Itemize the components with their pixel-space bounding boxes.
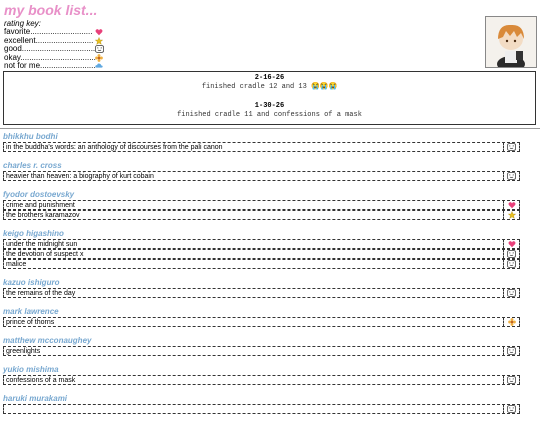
author-name: keigo higashino: [3, 229, 64, 238]
author-group: haruki murakami: [3, 394, 537, 414]
book-title: the devotion of suspect x: [6, 251, 84, 258]
rating-key-title: rating key:: [4, 19, 41, 28]
heart-icon: [95, 28, 103, 36]
book-row: under the midnight sun: [3, 239, 520, 249]
flower-icon: [95, 53, 103, 62]
author-group: bhikkhu bodhi in the buddha's words: an a…: [3, 132, 537, 152]
author-group: mark lawrence prince of thorns: [3, 307, 537, 327]
author-name: yukio mishima: [3, 365, 59, 374]
book-row: greenlights: [3, 346, 520, 356]
book-title: heavier than heaven: a biography of kurt…: [6, 173, 154, 180]
smile-face-icon: [503, 346, 519, 356]
avatar: [485, 16, 537, 68]
book-title: confessions of a mask: [6, 377, 76, 384]
divider: [0, 128, 540, 129]
smile-face-icon: [503, 142, 519, 152]
update-entry: 2-16-26 finished cradle 12 and 13 😭😭😭: [4, 74, 535, 92]
book-list: bhikkhu bodhi in the buddha's words: an a…: [3, 131, 537, 423]
update-date: 2-16-26: [254, 74, 285, 82]
update-date: 1-30-26: [254, 102, 285, 110]
smile-face-icon: [503, 404, 519, 414]
author-name: charles r. cross: [3, 161, 62, 170]
book-row: the remains of the day: [3, 288, 520, 298]
smile-face-icon: [503, 259, 519, 269]
author-group: charles r. cross heavier than heaven: a b…: [3, 161, 537, 181]
rating-key: favorite............................ exce…: [4, 28, 474, 71]
author-name: mark lawrence: [3, 307, 59, 316]
author-group: matthew mcconaughey greenlights: [3, 336, 537, 356]
author-group: keigo higashino under the midnight sun the…: [3, 229, 537, 269]
smile-face-icon: [503, 171, 519, 181]
rating-key-excellent: excellent..........................: [4, 36, 104, 46]
author-group: yukio mishima confessions of a mask: [3, 365, 537, 385]
book-row: the devotion of suspect x: [3, 249, 520, 259]
rating-key-label: okay..................................: [4, 53, 96, 62]
book-row: crime and punishment: [3, 200, 520, 210]
book-row: [3, 404, 520, 414]
rating-key-label: not for me.........................: [4, 62, 96, 70]
author-name: fyodor dostoevsky: [3, 190, 75, 199]
page-title: my book list...: [4, 2, 98, 18]
author-name: kazuo ishiguro: [3, 278, 60, 287]
book-row: prince of thorns: [3, 317, 520, 327]
book-row: heavier than heaven: a biography of kurt…: [3, 171, 520, 181]
author-group: fyodor dostoevsky crime and punishment the…: [3, 190, 537, 220]
rating-key-good: good..................................: [4, 45, 104, 54]
book-row: in the buddha's words: an anthology of d…: [3, 142, 520, 152]
author-name: matthew mcconaughey: [3, 336, 92, 345]
flower-icon: [503, 317, 519, 327]
smile-face-icon: [503, 249, 519, 259]
heart-icon: [503, 239, 519, 249]
book-title: greenlights: [6, 348, 41, 355]
book-row: malice: [3, 259, 520, 269]
heart-icon: [503, 200, 519, 210]
cloud-icon: [95, 62, 103, 70]
rating-key-label: favorite............................: [4, 28, 93, 36]
book-row: the brothers karamazov: [3, 210, 520, 220]
update-text: finished cradle 12 and 13 😭😭😭: [201, 83, 338, 91]
book-row: confessions of a mask: [3, 375, 520, 385]
book-title: prince of thorns: [6, 319, 55, 326]
book-title: under the midnight sun: [6, 241, 78, 248]
author-name: bhikkhu bodhi: [3, 132, 58, 141]
updates-box[interactable]: 2-16-26 finished cradle 12 and 13 😭😭😭 1-30…: [3, 71, 536, 125]
rating-key-label: good..................................: [4, 45, 98, 53]
rating-key-label: excellent..........................: [4, 36, 94, 45]
header: my book list... rating key: favorite....…: [4, 2, 474, 71]
smile-face-icon: [95, 45, 104, 53]
rating-key-favorite: favorite............................: [4, 28, 104, 37]
book-title: malice: [6, 261, 27, 268]
star-icon: [503, 210, 519, 220]
book-title: crime and punishment: [6, 202, 75, 209]
rating-key-okay: okay..................................: [4, 54, 104, 63]
update-text: finished cradle 11 and confessions of a …: [177, 111, 362, 119]
star-icon: [95, 36, 103, 45]
smile-face-icon: [503, 288, 519, 298]
rating-key-not-for-me: not for me.........................: [4, 62, 104, 71]
author-name: haruki murakami: [3, 394, 68, 403]
author-group: kazuo ishiguro the remains of the day: [3, 278, 537, 298]
smile-face-icon: [503, 375, 519, 385]
book-title: the remains of the day: [6, 290, 76, 297]
update-entry: 1-30-26 finished cradle 11 and confession…: [4, 102, 535, 120]
book-title: the brothers karamazov: [6, 212, 80, 219]
book-title: in the buddha's words: an anthology of d…: [6, 144, 223, 151]
